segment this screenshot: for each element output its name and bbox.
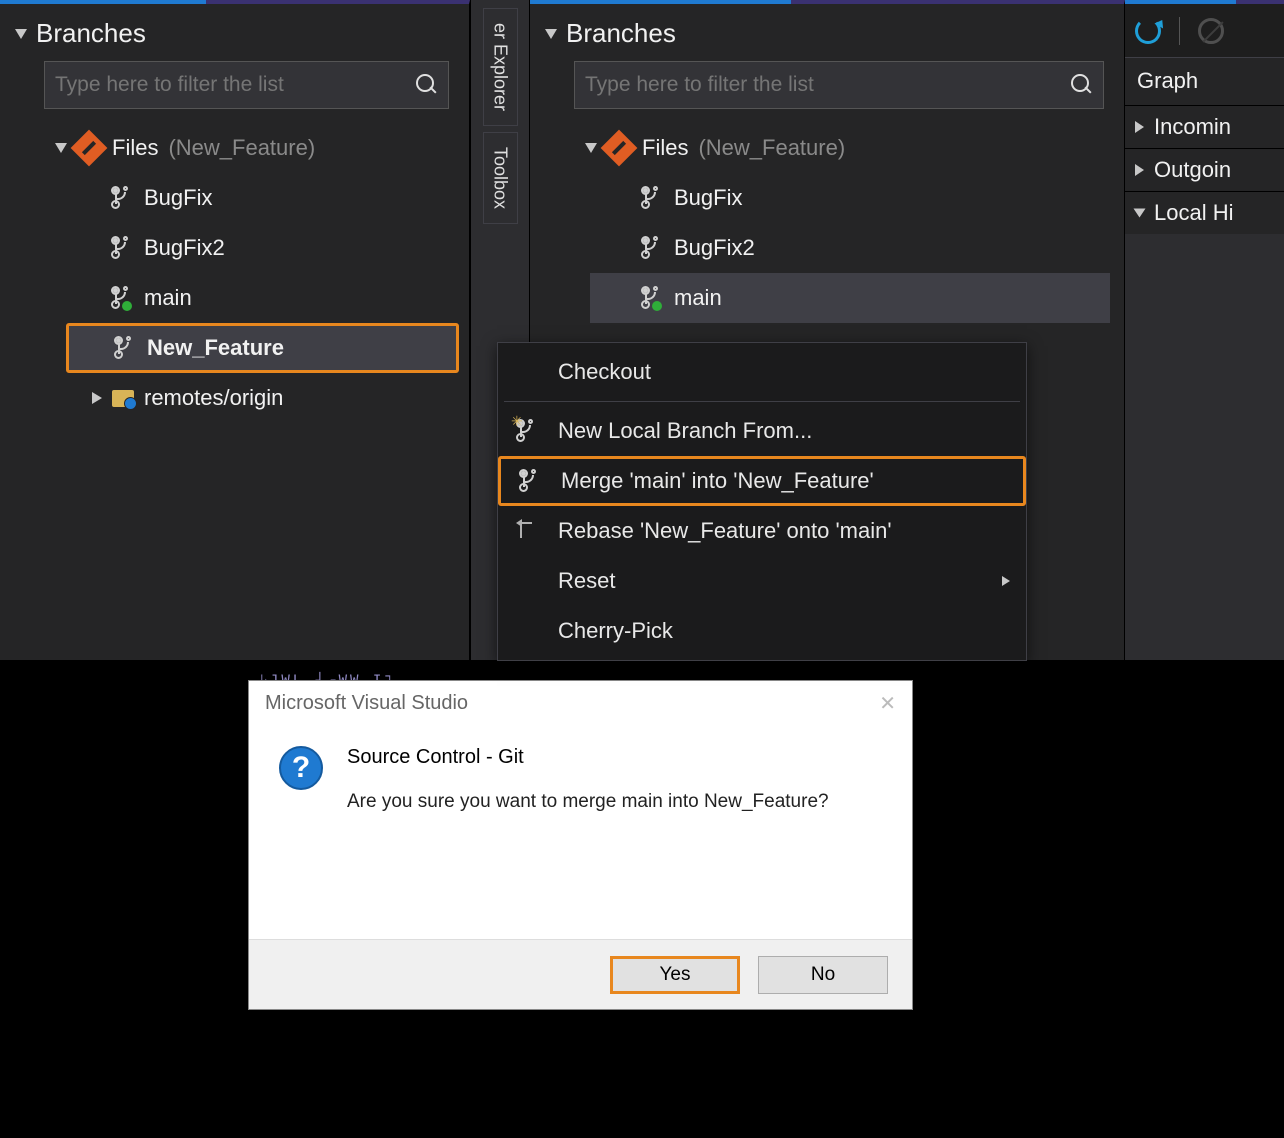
branches-panel-left: Branches Files (New_Feature) BugFix BugF… xyxy=(0,0,470,660)
filter-input[interactable] xyxy=(585,73,1071,97)
menu-merge[interactable]: Merge 'main' into 'New_Feature' xyxy=(498,456,1026,506)
chevron-down-icon xyxy=(585,143,597,153)
branch-item-current[interactable]: New_Feature xyxy=(66,323,459,373)
branch-label: BugFix xyxy=(144,185,212,211)
merge-icon xyxy=(518,469,542,493)
branch-label: main xyxy=(144,285,192,311)
repo-current-branch: (New_Feature) xyxy=(698,135,845,161)
menu-label: Merge 'main' into 'New_Feature' xyxy=(561,468,874,494)
tab-toolbox[interactable]: Toolbox xyxy=(483,132,518,224)
remotes-node[interactable]: remotes/origin xyxy=(0,373,469,423)
branch-label: main xyxy=(674,285,722,311)
menu-new-local-branch[interactable]: ✳ New Local Branch From... xyxy=(498,406,1026,456)
incoming-label: Incomin xyxy=(1154,114,1231,140)
branch-icon xyxy=(640,286,664,310)
git-repo-icon xyxy=(601,130,638,167)
branch-icon xyxy=(110,236,134,260)
filter-input[interactable] xyxy=(55,73,416,97)
filter-container xyxy=(574,61,1104,109)
menu-separator xyxy=(504,401,1020,402)
local-history-section[interactable]: Local Hi xyxy=(1125,192,1284,234)
remotes-label: remotes/origin xyxy=(144,385,283,411)
menu-label: Rebase 'New_Feature' onto 'main' xyxy=(558,518,892,544)
menu-rebase[interactable]: Rebase 'New_Feature' onto 'main' xyxy=(498,506,1026,556)
rebase-icon xyxy=(516,520,538,542)
tab-server-explorer[interactable]: er Explorer xyxy=(483,8,518,126)
outgoing-label: Outgoin xyxy=(1154,157,1231,183)
menu-reset[interactable]: Reset xyxy=(498,556,1026,606)
repo-current-branch: (New_Feature) xyxy=(168,135,315,161)
question-icon: ? xyxy=(279,746,323,790)
collapse-icon xyxy=(15,29,27,39)
incoming-section[interactable]: Incomin xyxy=(1125,106,1284,148)
dialog-heading: Source Control - Git xyxy=(347,746,829,769)
git-repo-icon xyxy=(71,130,108,167)
outgoing-section[interactable]: Outgoin xyxy=(1125,149,1284,191)
repo-node[interactable]: Files (New_Feature) xyxy=(530,123,1124,173)
menu-cherry-pick[interactable]: Cherry-Pick xyxy=(498,606,1026,656)
branch-item-main[interactable]: main xyxy=(590,273,1110,323)
branch-label: New_Feature xyxy=(147,335,284,361)
branch-context-menu: Checkout ✳ New Local Branch From... Merg… xyxy=(497,342,1027,661)
section-header[interactable]: Branches xyxy=(530,4,1124,55)
branch-item-main[interactable]: main xyxy=(0,273,469,323)
repo-node[interactable]: Files (New_Feature) xyxy=(0,123,469,173)
graph-label: Graph xyxy=(1125,58,1284,105)
chevron-right-icon xyxy=(92,392,102,404)
close-icon[interactable]: ✕ xyxy=(879,691,896,716)
branch-item[interactable]: BugFix xyxy=(0,173,469,223)
dialog-message: Are you sure you want to merge main into… xyxy=(347,791,829,813)
repo-label: Files xyxy=(112,135,158,161)
chevron-right-icon xyxy=(1135,164,1144,176)
menu-label: Checkout xyxy=(558,359,651,385)
branch-icon xyxy=(113,336,137,360)
filter-container xyxy=(44,61,449,109)
branch-icon xyxy=(110,286,134,310)
local-history-label: Local Hi xyxy=(1154,200,1233,226)
section-title: Branches xyxy=(36,18,146,49)
collapse-icon xyxy=(545,29,557,39)
folder-remote-icon xyxy=(112,390,134,407)
branch-label: BugFix xyxy=(674,185,742,211)
branch-icon xyxy=(640,186,664,210)
branch-label: BugFix2 xyxy=(144,235,225,261)
branch-icon xyxy=(640,236,664,260)
chevron-down-icon xyxy=(55,143,67,153)
yes-button[interactable]: Yes xyxy=(610,956,740,994)
search-icon[interactable] xyxy=(416,74,438,96)
chevron-down-icon xyxy=(1134,209,1146,218)
branch-item[interactable]: BugFix2 xyxy=(0,223,469,273)
branch-item[interactable]: BugFix xyxy=(530,173,1124,223)
branch-item[interactable]: BugFix2 xyxy=(530,223,1124,273)
search-icon[interactable] xyxy=(1071,74,1093,96)
section-header[interactable]: Branches xyxy=(0,4,469,55)
separator xyxy=(1179,17,1180,45)
disabled-action-icon xyxy=(1198,18,1224,44)
branch-icon xyxy=(110,186,134,210)
branch-label: BugFix2 xyxy=(674,235,755,261)
graph-sidebar: Graph Incomin Outgoin Local Hi xyxy=(1124,0,1284,660)
menu-label: Reset xyxy=(558,568,615,594)
dialog-title: Microsoft Visual Studio xyxy=(265,692,468,715)
refresh-icon[interactable] xyxy=(1135,18,1161,44)
section-title: Branches xyxy=(566,18,676,49)
menu-checkout[interactable]: Checkout xyxy=(498,347,1026,397)
submenu-arrow-icon xyxy=(1002,576,1010,586)
menu-label: New Local Branch From... xyxy=(558,418,812,444)
no-button[interactable]: No xyxy=(758,956,888,994)
confirm-merge-dialog: Microsoft Visual Studio ✕ ? Source Contr… xyxy=(248,680,913,1010)
menu-label: Cherry-Pick xyxy=(558,618,673,644)
new-branch-icon: ✳ xyxy=(515,419,539,443)
repo-label: Files xyxy=(642,135,688,161)
chevron-right-icon xyxy=(1135,121,1144,133)
